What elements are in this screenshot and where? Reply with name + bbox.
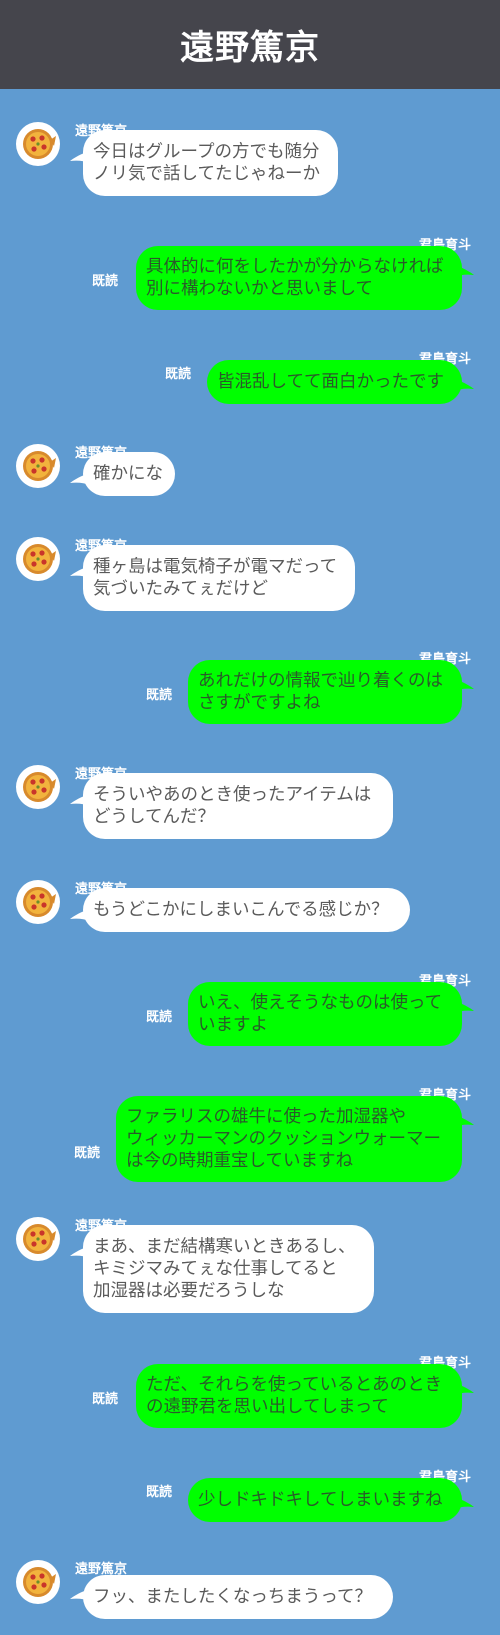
- chat-header: 遠野篤京: [0, 0, 500, 89]
- pizza-icon: [23, 544, 56, 574]
- message-line: 今日はグループの方でも随分: [93, 142, 320, 162]
- message-line: 気づいたみてぇだけど: [93, 579, 268, 599]
- pizza-icon: [23, 1224, 56, 1254]
- message-line: の遠野君を思い出してしまって: [146, 1397, 389, 1417]
- avatar[interactable]: [16, 1560, 60, 1604]
- message-line: フッ、またしたくなっちまうって？: [93, 1587, 372, 1607]
- message-bubble[interactable]: 皆混乱してて面白かったです: [207, 360, 462, 404]
- pizza-icon: [23, 1567, 56, 1597]
- message-line: もうどこかにしまいこんでる感じか？: [93, 900, 389, 920]
- message-line: 皆混乱してて面白かったです: [217, 372, 444, 392]
- pizza-icon: [23, 129, 56, 159]
- pizza-icon: [23, 451, 56, 481]
- read-receipt: 既読: [165, 367, 192, 382]
- read-receipt: 既読: [146, 688, 173, 703]
- message-line: ノリ気で話してたじゃねーか: [93, 164, 320, 184]
- message-line: 種ヶ島は電気椅子が電マだって: [93, 557, 338, 577]
- message-line: 具体的に何をしたかが分からなければ: [146, 257, 444, 277]
- message-line: いますよ: [198, 1015, 268, 1035]
- avatar[interactable]: [16, 122, 60, 166]
- message-bubble[interactable]: ただ、それらを使っているとあのとき の遠野君を思い出してしまって: [136, 1364, 462, 1428]
- chat-title: 遠野篤京: [180, 28, 320, 68]
- message-line: 加湿器は必要だろうしな: [93, 1281, 285, 1301]
- message-bubble[interactable]: 確かにな: [83, 452, 175, 496]
- message-bubble[interactable]: あれだけの情報で辿り着くのは さすがですよね: [188, 660, 462, 724]
- message-line: あれだけの情報で辿り着くのは: [198, 671, 443, 691]
- message-bubble[interactable]: まあ、まだ結構寒いときあるし、 キミジマみてぇな仕事してると 加湿器は必要だろう…: [83, 1225, 374, 1313]
- message-bubble[interactable]: いえ、使えそうなものは使って いますよ: [188, 982, 462, 1046]
- message-bubble[interactable]: 少しドキドキしてしまいますね: [188, 1478, 462, 1522]
- message-line: どうしてんだ？: [93, 807, 215, 827]
- read-receipt: 既読: [74, 1146, 101, 1161]
- message-line: ウィッカーマンのクッションウォーマー: [126, 1129, 441, 1149]
- avatar[interactable]: [16, 444, 60, 488]
- read-receipt: 既読: [146, 1010, 173, 1025]
- message-bubble[interactable]: そういやあのとき使ったアイテムは どうしてんだ？: [83, 773, 393, 839]
- message-line: ただ、それらを使っているとあのとき: [146, 1375, 443, 1395]
- message-line: まあ、まだ結構寒いときあるし、: [93, 1237, 356, 1257]
- read-receipt: 既読: [92, 1392, 119, 1407]
- message-line: 少しドキドキしてしまいますね: [198, 1490, 443, 1510]
- pizza-icon: [23, 772, 56, 802]
- read-receipt: 既読: [92, 274, 119, 289]
- read-receipt: 既読: [146, 1485, 173, 1500]
- message-line: キミジマみてぇな仕事してると: [93, 1259, 338, 1279]
- message-line: ファラリスの雄牛に使った加湿器や: [126, 1107, 406, 1127]
- message-line: いえ、使えそうなものは使って: [198, 993, 443, 1013]
- avatar[interactable]: [16, 765, 60, 809]
- message-line: 別に構わないかと思いまして: [146, 279, 373, 299]
- message-bubble[interactable]: もうどこかにしまいこんでる感じか？: [83, 888, 410, 932]
- avatar[interactable]: [16, 1217, 60, 1261]
- avatar[interactable]: [16, 537, 60, 581]
- message-bubble[interactable]: 具体的に何をしたかが分からなければ 別に構わないかと思いまして: [136, 246, 462, 310]
- message-bubble[interactable]: 今日はグループの方でも随分 ノリ気で話してたじゃねーか: [83, 130, 338, 196]
- message-bubble[interactable]: 種ヶ島は電気椅子が電マだって 気づいたみてぇだけど: [83, 545, 355, 611]
- message-bubble[interactable]: フッ、またしたくなっちまうって？: [83, 1575, 393, 1619]
- message-line: は今の時期重宝していますね: [126, 1151, 353, 1171]
- message-bubble[interactable]: ファラリスの雄牛に使った加湿器や ウィッカーマンのクッションウォーマー は今の時…: [116, 1096, 462, 1182]
- message-line: さすがですよね: [198, 693, 321, 713]
- pizza-icon: [23, 887, 56, 917]
- message-line: 確かにな: [93, 464, 163, 484]
- message-line: そういやあのとき使ったアイテムは: [93, 785, 372, 805]
- avatar[interactable]: [16, 880, 60, 924]
